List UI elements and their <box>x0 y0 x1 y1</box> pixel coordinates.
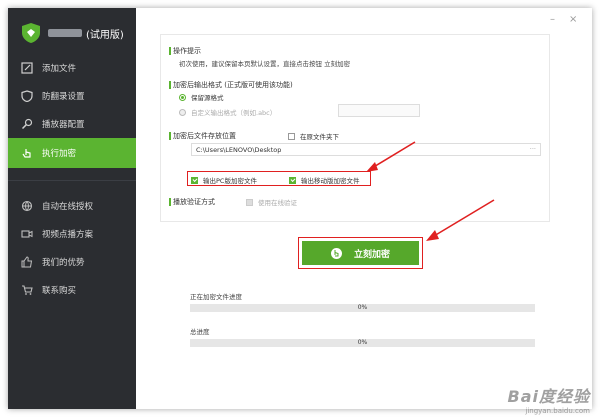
touch-icon <box>20 146 34 160</box>
settings-panel: 操作提示 初次使用，建议保留本页默认设置，直接点击按钮 立刻加密 加密后输出格式… <box>160 34 550 222</box>
tips-text: 初次使用，建议保留本页默认设置，直接点击按钮 立刻加密 <box>179 60 351 68</box>
path-section-title: 加密后文件存放位置 <box>169 131 236 141</box>
sidebar-item-label: 联系购买 <box>42 286 77 296</box>
current-progress-label: 正在加密文件进度 <box>190 293 242 301</box>
total-progress-value: 0% <box>357 339 368 346</box>
cart-icon <box>20 283 34 297</box>
verify-section-title: 播放验证方式 <box>169 197 215 207</box>
minimize-button[interactable]: – <box>550 14 555 25</box>
search-icon <box>20 117 34 131</box>
shield-icon <box>20 89 34 103</box>
section-marker <box>169 47 171 55</box>
video-icon <box>20 227 34 241</box>
in-source-folder-checkbox[interactable]: 在原文件夹下 <box>288 131 339 141</box>
globe-icon <box>20 199 34 213</box>
sidebar-item-anti-record[interactable]: 防翻录设置 <box>8 82 136 110</box>
watermark: Bai度经验 jingyan.baidu.com <box>508 383 590 415</box>
output-path-input[interactable]: C:\Users\LENOVO\Desktop ··· <box>191 143 541 156</box>
total-progress-label: 总进度 <box>190 328 210 336</box>
sidebar-item-online-auth[interactable]: 自动在线授权 <box>8 192 136 220</box>
sidebar-item-player-config[interactable]: 播放器配置 <box>8 110 136 138</box>
sidebar-item-label: 执行加密 <box>42 149 77 159</box>
shield-logo-icon <box>22 23 40 43</box>
encrypt-now-label: 立刻加密 <box>353 249 390 260</box>
sidebar-item-vod-solution[interactable]: 视频点播方案 <box>8 220 136 248</box>
touch-icon <box>330 247 342 259</box>
current-progress-bar: 0% <box>190 304 535 312</box>
main-menu: 添加文件 防翻录设置 播放器配置 执行加密 <box>8 54 136 168</box>
sidebar-item-label: 自动在线授权 <box>42 202 94 212</box>
browse-button[interactable]: ··· <box>530 145 536 153</box>
section-marker <box>169 81 171 89</box>
encrypt-now-button[interactable]: 立刻加密 <box>302 241 419 265</box>
app-title-suffix: (试用版) <box>86 29 124 41</box>
watermark-logo-text: Bai度经验 <box>507 387 590 406</box>
edit-icon <box>20 61 34 75</box>
sidebar-item-advantages[interactable]: 我们的优势 <box>8 248 136 276</box>
sidebar-item-execute-encrypt[interactable]: 执行加密 <box>8 138 136 168</box>
checkbox-indicator <box>246 198 253 206</box>
sidebar-item-add-file[interactable]: 添加文件 <box>8 54 136 82</box>
sidebar-divider <box>8 180 136 181</box>
radio-indicator <box>179 108 186 116</box>
app-name-blurred <box>48 29 82 37</box>
sidebar: (试用版) 添加文件 防翻录设置 播放器配置 执行加密 自动在线授权 视频点播方… <box>8 8 136 409</box>
close-button[interactable]: × <box>569 14 577 25</box>
highlight-box-output-options <box>187 171 371 186</box>
current-progress-value: 0% <box>357 304 368 311</box>
custom-format-input[interactable] <box>338 104 420 117</box>
sidebar-item-label: 播放器配置 <box>42 120 85 130</box>
radio-custom-format[interactable]: 自定义输出格式（例如.abc） <box>179 107 276 117</box>
tips-section-title: 操作提示 <box>169 46 201 56</box>
format-section-title: 加密后输出格式 (正式版可使用该功能) <box>169 80 293 90</box>
secondary-menu: 自动在线授权 视频点播方案 我们的优势 联系购买 <box>8 192 136 304</box>
sidebar-item-label: 防翻录设置 <box>42 92 85 102</box>
output-path-value: C:\Users\LENOVO\Desktop <box>196 146 282 154</box>
app-title: (试用版) <box>48 26 124 41</box>
sidebar-item-label: 视频点播方案 <box>42 230 94 240</box>
radio-keep-format[interactable]: 保留源格式 <box>179 92 224 102</box>
watermark-url: jingyan.baidu.com <box>525 407 590 415</box>
total-progress-bar: 0% <box>190 339 535 347</box>
section-marker <box>169 198 171 206</box>
radio-indicator <box>179 93 186 101</box>
checkbox-indicator <box>288 132 295 140</box>
section-marker <box>169 132 171 140</box>
thumbs-up-icon <box>20 255 34 269</box>
online-verify-checkbox[interactable]: 使用在线验证 <box>246 197 297 207</box>
sidebar-item-label: 添加文件 <box>42 64 77 74</box>
sidebar-item-label: 我们的优势 <box>42 258 85 268</box>
sidebar-item-contact-buy[interactable]: 联系购买 <box>8 276 136 304</box>
brand: (试用版) <box>22 22 124 44</box>
